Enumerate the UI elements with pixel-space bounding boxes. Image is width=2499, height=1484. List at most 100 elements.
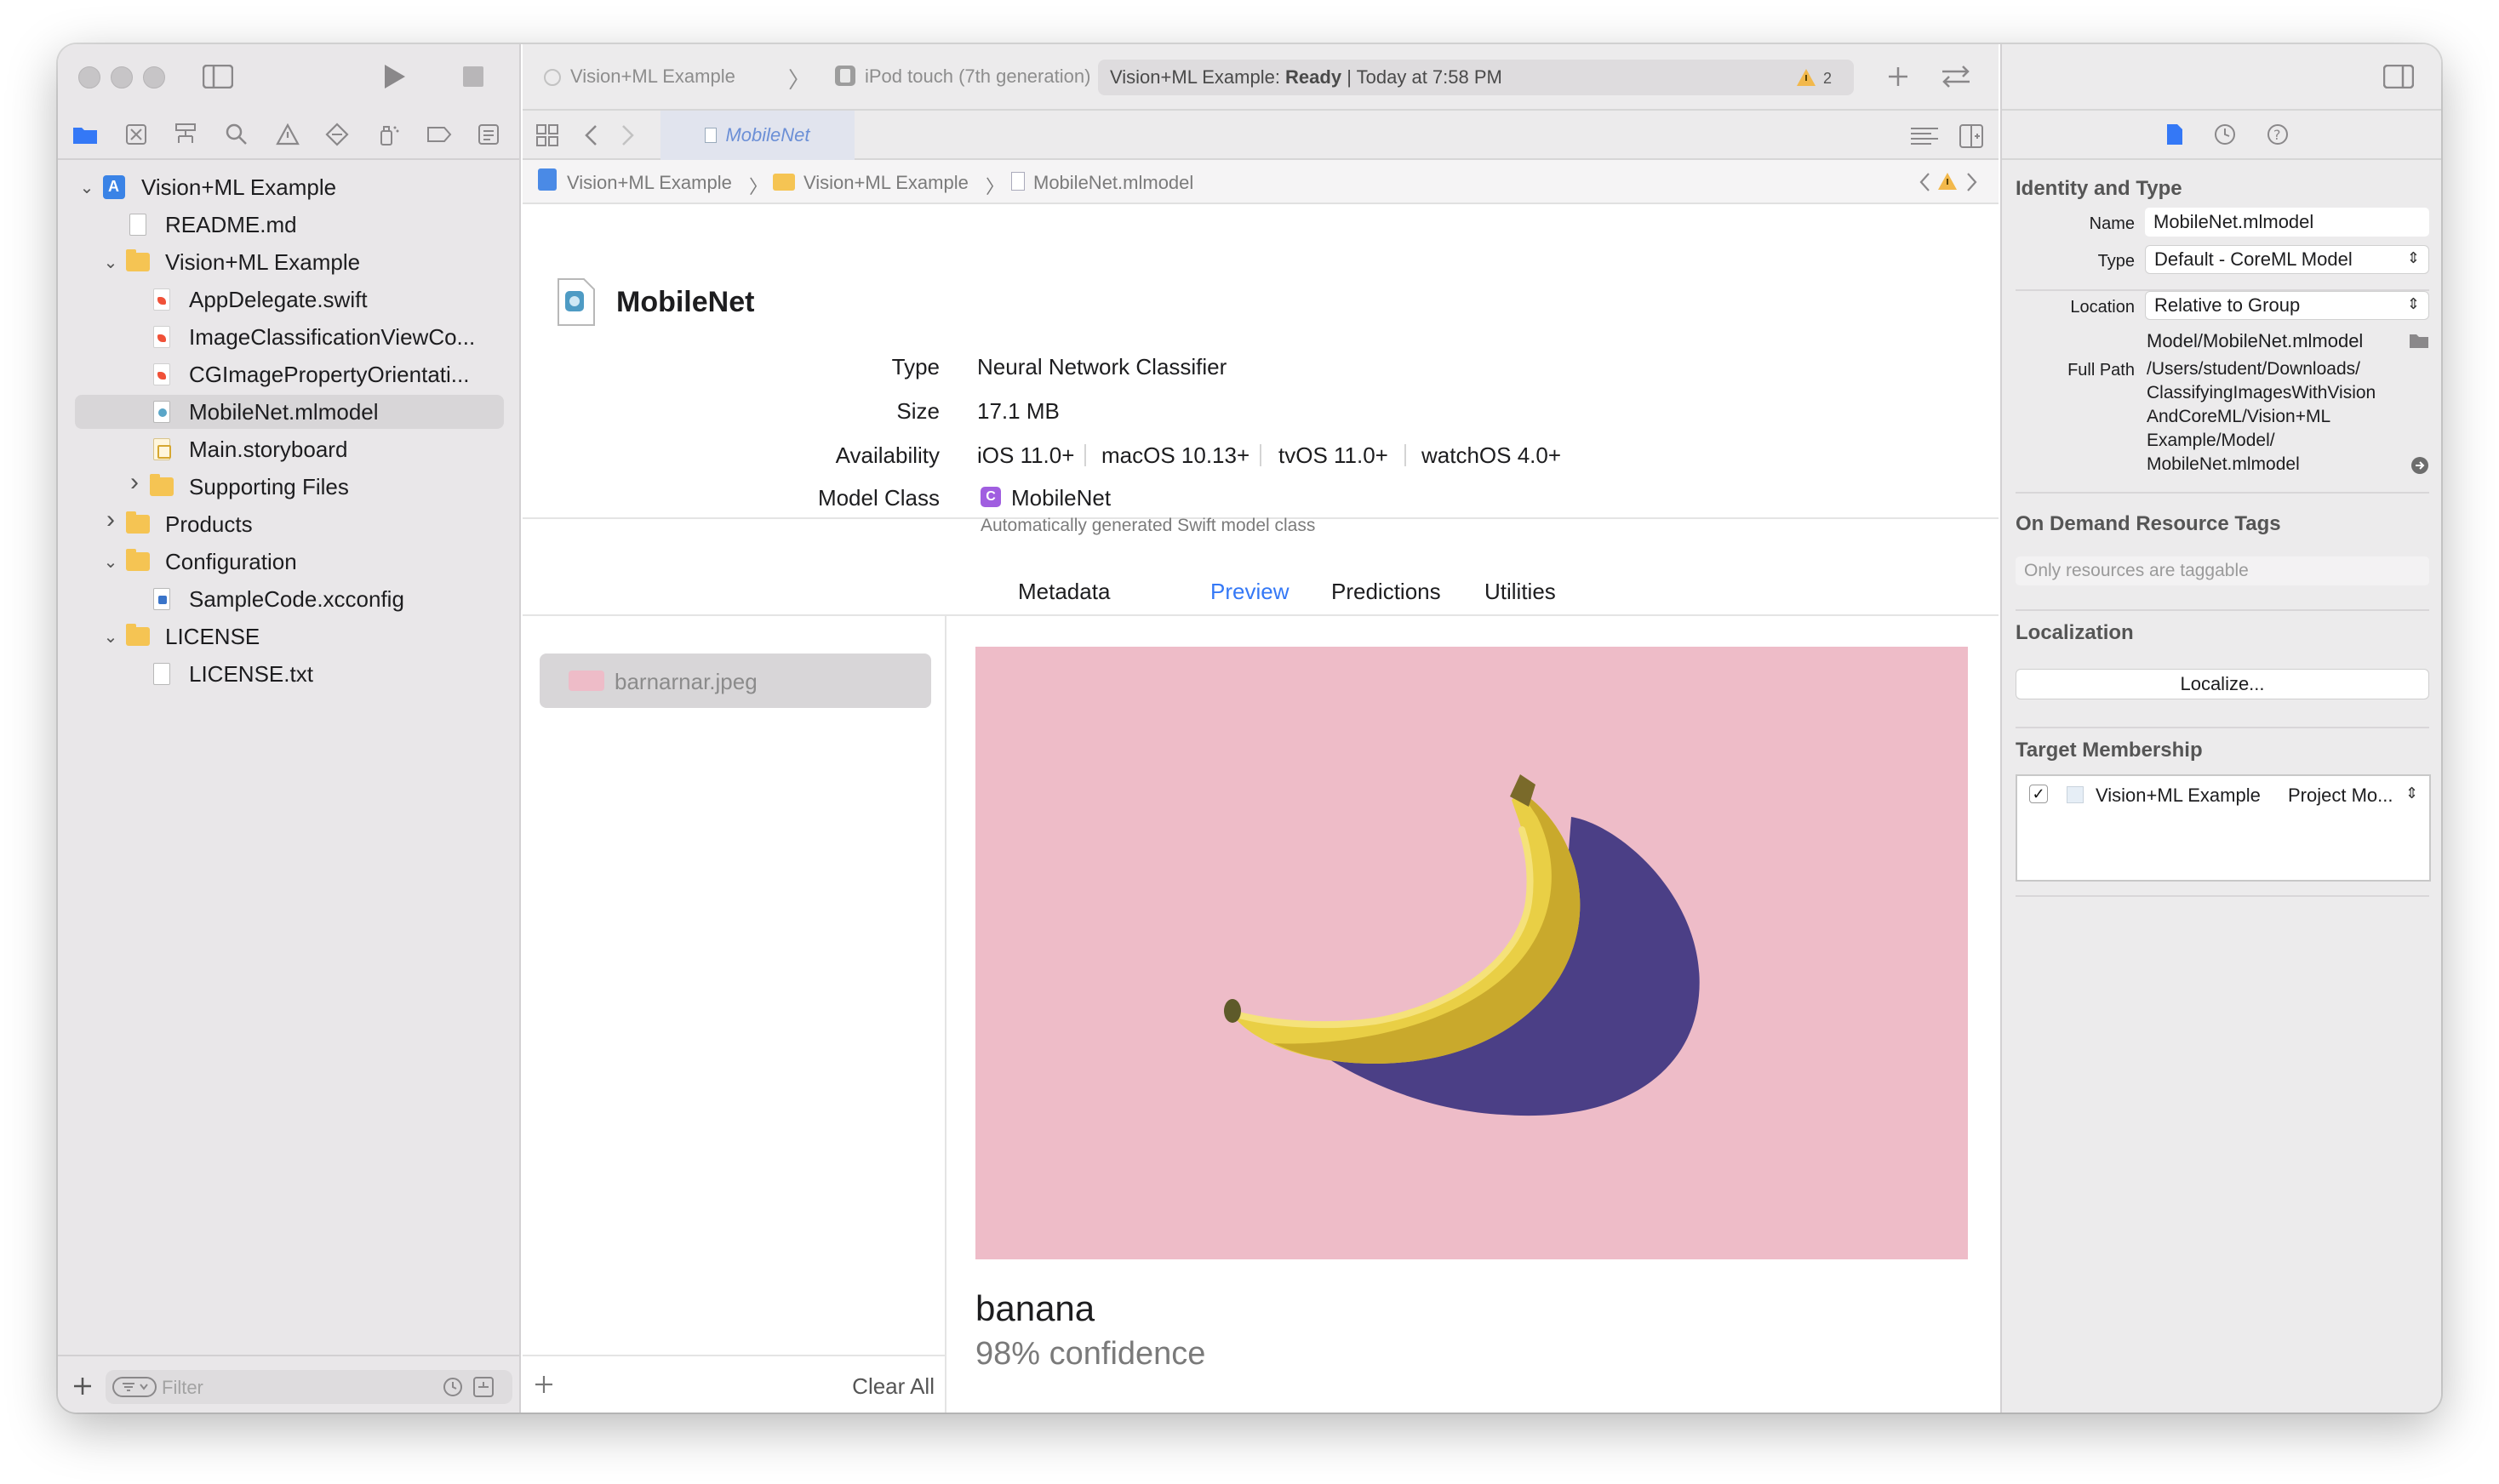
preview-file-item[interactable]: barnarnar.jpeg xyxy=(540,654,931,708)
inspector-toggle-icon[interactable] xyxy=(2383,65,2414,88)
activity-viewer: Vision+ML Example: Ready | Today at 7:58… xyxy=(1098,60,1854,95)
add-icon[interactable] xyxy=(73,1377,92,1396)
identity-heading: Identity and Type xyxy=(2016,177,2182,200)
full-path-line-5: MobileNet.mlmodel xyxy=(2147,454,2300,474)
file-tree-item[interactable]: MobileNet.mlmodel xyxy=(75,395,504,429)
localize-button[interactable]: Localize... xyxy=(2016,669,2429,699)
warning-icon[interactable] xyxy=(1937,172,1958,191)
filter-options-icon[interactable] xyxy=(112,1377,157,1397)
divider xyxy=(1084,444,1086,466)
chevron-down-icon[interactable]: ⌄ xyxy=(100,551,121,573)
file-tree-item[interactable]: Main.storyboard xyxy=(75,432,504,466)
breadcrumb-file[interactable]: MobileNet.mlmodel xyxy=(1033,172,1193,194)
divider xyxy=(2016,609,2429,611)
full-path-line-2: ClassifyingImagesWithVision xyxy=(2147,383,2376,402)
editor-area: Vision+ML Example 〉 iPod touch (7th gene… xyxy=(523,44,1999,1413)
clear-all-button[interactable]: Clear All xyxy=(852,1373,935,1400)
tab-metadata[interactable]: Metadata xyxy=(1018,579,1110,605)
file-tree-item[interactable]: › Supporting Files xyxy=(75,468,504,504)
related-items-icon[interactable] xyxy=(536,124,558,146)
file-tree-item[interactable]: ImageClassificationViewCo... xyxy=(75,320,504,354)
recent-files-icon[interactable] xyxy=(443,1377,463,1397)
tab-mobilenet[interactable]: MobileNet xyxy=(660,111,855,160)
file-tree-item-label: Main.storyboard xyxy=(189,436,348,462)
full-path-line-1: /Users/student/Downloads/ xyxy=(2147,359,2360,379)
file-tree-item[interactable]: ⌄ Vision+ML Example xyxy=(75,170,504,204)
file-tree-item-label: SampleCode.xcconfig xyxy=(189,585,404,612)
issue-navigator-tab[interactable] xyxy=(274,121,301,148)
chevron-down-icon[interactable]: ⌄ xyxy=(77,177,97,198)
minimize-window-button[interactable] xyxy=(111,66,133,88)
target-role-select[interactable]: Project Mo... xyxy=(2288,785,2393,807)
breadcrumb-project[interactable]: Vision+ML Example xyxy=(567,172,732,194)
reveal-in-finder-icon[interactable] xyxy=(2410,456,2429,475)
breakpoint-navigator-tab[interactable] xyxy=(426,121,453,148)
tab-preview[interactable]: Preview xyxy=(1210,579,1289,605)
target-checkbox[interactable]: ✓ xyxy=(2029,785,2048,803)
activity-project: Vision+ML Example: xyxy=(1110,66,1286,88)
source-control-filter-icon[interactable] xyxy=(473,1377,494,1397)
close-window-button[interactable] xyxy=(78,66,100,88)
file-tree-item[interactable]: AppDelegate.swift xyxy=(75,283,504,317)
chevron-right-icon[interactable]: › xyxy=(124,468,145,497)
file-tree-item[interactable]: ⌄ Configuration xyxy=(75,545,504,579)
name-field[interactable]: MobileNet.mlmodel xyxy=(2145,208,2429,237)
zoom-window-button[interactable] xyxy=(143,66,165,88)
help-inspector-icon[interactable]: ? xyxy=(2266,123,2290,146)
filter-field[interactable]: Filter xyxy=(106,1370,512,1404)
run-icon[interactable] xyxy=(381,63,407,90)
code-review-icon[interactable] xyxy=(1939,65,1973,88)
file-tree-item[interactable]: SampleCode.xcconfig xyxy=(75,582,504,616)
navigator-selector-bar xyxy=(58,109,521,160)
file-tree-item[interactable]: CGImagePropertyOrientati... xyxy=(75,357,504,391)
breadcrumb-group[interactable]: Vision+ML Example xyxy=(803,172,969,194)
tab-utilities[interactable]: Utilities xyxy=(1484,579,1556,605)
source-control-tab[interactable] xyxy=(123,121,150,148)
divider xyxy=(2016,895,2429,897)
diamond-icon xyxy=(325,123,349,146)
history-inspector-icon[interactable] xyxy=(2213,123,2237,146)
type-select[interactable]: Default - CoreML Model ⇕ xyxy=(2145,245,2429,274)
file-tree-item[interactable]: ⌄ LICENSE xyxy=(75,619,504,654)
odr-tags-field[interactable]: Only resources are taggable xyxy=(2016,556,2429,585)
inspector-titlebar xyxy=(2002,44,2441,109)
warning-icon[interactable] xyxy=(1796,68,1816,87)
chevron-down-icon[interactable]: ⌄ xyxy=(100,626,121,648)
previous-issue-icon[interactable] xyxy=(1919,172,1930,192)
back-arrow-icon[interactable] xyxy=(584,124,598,146)
next-issue-icon[interactable] xyxy=(1966,172,1978,192)
folder-icon[interactable] xyxy=(2409,332,2429,349)
symbol-navigator-tab[interactable] xyxy=(172,121,199,148)
file-inspector-icon[interactable] xyxy=(2165,123,2184,146)
file-tree-item[interactable]: README.md xyxy=(75,208,504,242)
split-editor-icon[interactable] xyxy=(1959,124,1983,148)
location-select[interactable]: Relative to Group ⇕ xyxy=(2145,291,2429,320)
add-icon[interactable] xyxy=(535,1375,553,1394)
project-navigator-tab[interactable] xyxy=(71,121,99,148)
file-tree-item[interactable]: ⌄ Vision+ML Example xyxy=(75,245,504,279)
file-tree-item[interactable]: › Products xyxy=(75,505,504,541)
add-library-icon[interactable] xyxy=(1888,66,1908,87)
debug-navigator-tab[interactable] xyxy=(375,121,402,148)
preview-file-name: barnarnar.jpeg xyxy=(615,669,758,694)
find-navigator-tab[interactable] xyxy=(223,121,250,148)
test-navigator-tab[interactable] xyxy=(323,121,351,148)
stop-icon[interactable] xyxy=(463,66,483,87)
report-navigator-tab[interactable] xyxy=(475,121,502,148)
scheme-selector[interactable]: Vision+ML Example xyxy=(570,66,735,88)
destination-selector[interactable]: iPod touch (7th generation) xyxy=(865,66,1090,88)
file-tree-item[interactable]: LICENSE.txt xyxy=(75,657,504,691)
chevron-updown-icon: ⇕ xyxy=(2406,295,2420,312)
sidebar-toggle-icon[interactable] xyxy=(203,65,233,88)
forward-arrow-icon[interactable] xyxy=(621,124,635,146)
tab-predictions[interactable]: Predictions xyxy=(1331,579,1441,605)
mlmodel-document-icon xyxy=(558,278,595,326)
divider xyxy=(2016,492,2429,494)
project-icon xyxy=(538,168,557,191)
editor-options-icon[interactable] xyxy=(1910,126,1939,146)
preview-image[interactable] xyxy=(975,647,1968,1259)
chevron-down-icon[interactable]: ⌄ xyxy=(100,252,121,273)
chevron-right-icon[interactable]: › xyxy=(100,505,121,534)
text-file-icon xyxy=(150,663,174,685)
model-class-value[interactable]: MobileNet xyxy=(1011,485,1111,511)
